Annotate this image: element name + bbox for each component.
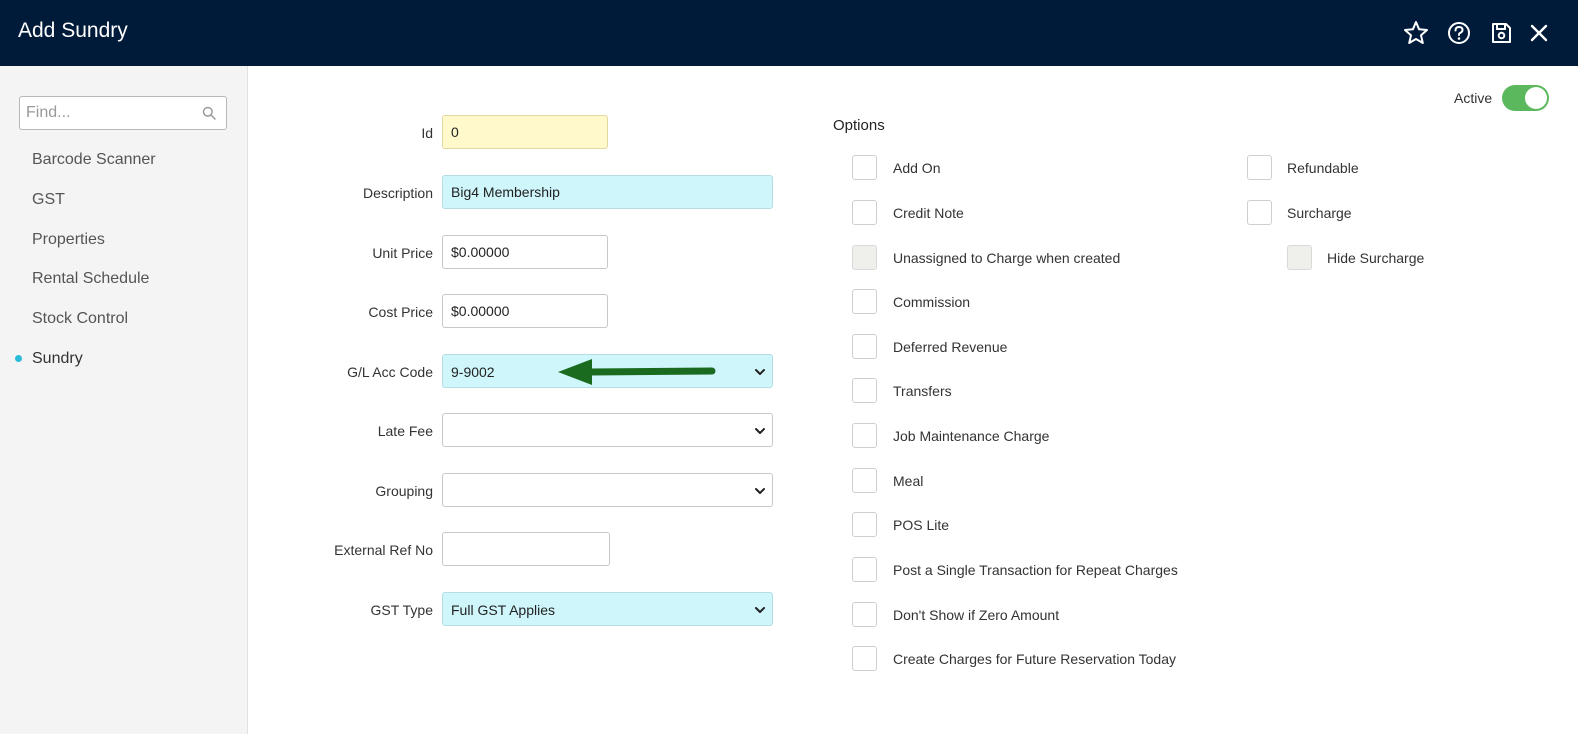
sidebar-item-barcode-scanner[interactable]: Barcode Scanner (32, 151, 156, 169)
meal-checkbox[interactable] (852, 468, 877, 493)
unit-price-label: Unit Price (372, 245, 433, 261)
credit-note-checkbox[interactable] (852, 200, 877, 225)
external-ref-no-label: External Ref No (334, 542, 433, 558)
add-on-label: Add On (893, 160, 941, 176)
late-fee-select[interactable] (442, 413, 773, 447)
id-field[interactable] (442, 115, 608, 149)
gst-type-label: GST Type (370, 602, 433, 618)
unit-price-field[interactable] (442, 235, 608, 269)
sidebar-item-gst[interactable]: GST (32, 191, 65, 209)
gst-type-value: Full GST Applies (451, 602, 556, 618)
credit-note-label: Credit Note (893, 205, 964, 221)
commission-checkbox[interactable] (852, 289, 877, 314)
surcharge-label: Surcharge (1287, 205, 1352, 221)
hide-surcharge-label: Hide Surcharge (1327, 250, 1425, 266)
deferred-revenue-checkbox[interactable] (852, 334, 877, 359)
deferred-revenue-label: Deferred Revenue (893, 339, 1008, 355)
meal-label: Meal (893, 473, 924, 489)
transfers-checkbox[interactable] (852, 378, 877, 403)
annotation-arrow-icon (558, 359, 716, 385)
title-bar: Add Sundry (0, 0, 1578, 66)
toggle-knob (1525, 87, 1547, 109)
cost-price-field[interactable] (442, 294, 608, 328)
help-icon[interactable] (1445, 19, 1473, 47)
close-icon[interactable] (1525, 19, 1553, 47)
chevron-down-icon (755, 607, 765, 613)
refundable-checkbox[interactable] (1247, 155, 1272, 180)
unassigned-to-charge-label: Unassigned to Charge when created (893, 250, 1121, 266)
grouping-label: Grouping (375, 483, 433, 499)
create-charges-future-checkbox[interactable] (852, 646, 877, 671)
sidebar-item-properties[interactable]: Properties (32, 231, 105, 249)
chevron-down-icon (755, 488, 765, 494)
late-fee-label: Late Fee (377, 423, 433, 439)
sidebar: Barcode Scanner GST Properties Rental Sc… (0, 66, 248, 734)
dont-show-zero-amount-label: Don't Show if Zero Amount (893, 607, 1060, 623)
surcharge-checkbox[interactable] (1247, 200, 1272, 225)
search-input[interactable] (20, 97, 200, 129)
cost-price-label: Cost Price (368, 304, 433, 320)
find-box[interactable] (19, 96, 227, 130)
dont-show-zero-amount-checkbox[interactable] (852, 602, 877, 627)
active-label: Active (1454, 90, 1493, 106)
id-label: Id (421, 125, 433, 141)
refundable-label: Refundable (1287, 160, 1359, 176)
grouping-select[interactable] (442, 473, 773, 507)
unassigned-to-charge-checkbox (852, 245, 877, 270)
hide-surcharge-checkbox (1287, 245, 1312, 270)
gst-type-select[interactable]: Full GST Applies (442, 592, 773, 626)
pos-lite-label: POS Lite (893, 517, 950, 533)
pos-lite-checkbox[interactable] (852, 512, 877, 537)
sidebar-item-sundry[interactable]: Sundry (32, 350, 83, 368)
description-field[interactable] (442, 175, 773, 209)
sidebar-item-rental-schedule[interactable]: Rental Schedule (32, 270, 149, 288)
create-charges-future-label: Create Charges for Future Reservation To… (893, 651, 1176, 667)
save-icon[interactable] (1487, 19, 1515, 47)
options-title: Options (833, 117, 885, 134)
active-indicator-dot (15, 355, 22, 362)
transfers-label: Transfers (893, 383, 952, 399)
post-single-transaction-checkbox[interactable] (852, 557, 877, 582)
search-icon (202, 106, 216, 120)
post-single-transaction-label: Post a Single Transaction for Repeat Cha… (893, 562, 1178, 578)
gl-acc-code-value: 9-9002 (451, 364, 495, 380)
page-title: Add Sundry (18, 19, 128, 42)
add-on-checkbox[interactable] (852, 155, 877, 180)
gl-acc-code-label: G/L Acc Code (347, 364, 433, 380)
description-label: Description (362, 185, 433, 201)
sidebar-item-stock-control[interactable]: Stock Control (32, 310, 128, 328)
active-toggle[interactable] (1502, 85, 1549, 111)
external-ref-no-field[interactable] (442, 532, 610, 566)
job-maintenance-charge-checkbox[interactable] (852, 423, 877, 448)
chevron-down-icon (755, 428, 765, 434)
chevron-down-icon (755, 369, 765, 375)
commission-label: Commission (893, 294, 971, 310)
job-maintenance-charge-label: Job Maintenance Charge (893, 428, 1050, 444)
star-icon[interactable] (1402, 19, 1430, 47)
